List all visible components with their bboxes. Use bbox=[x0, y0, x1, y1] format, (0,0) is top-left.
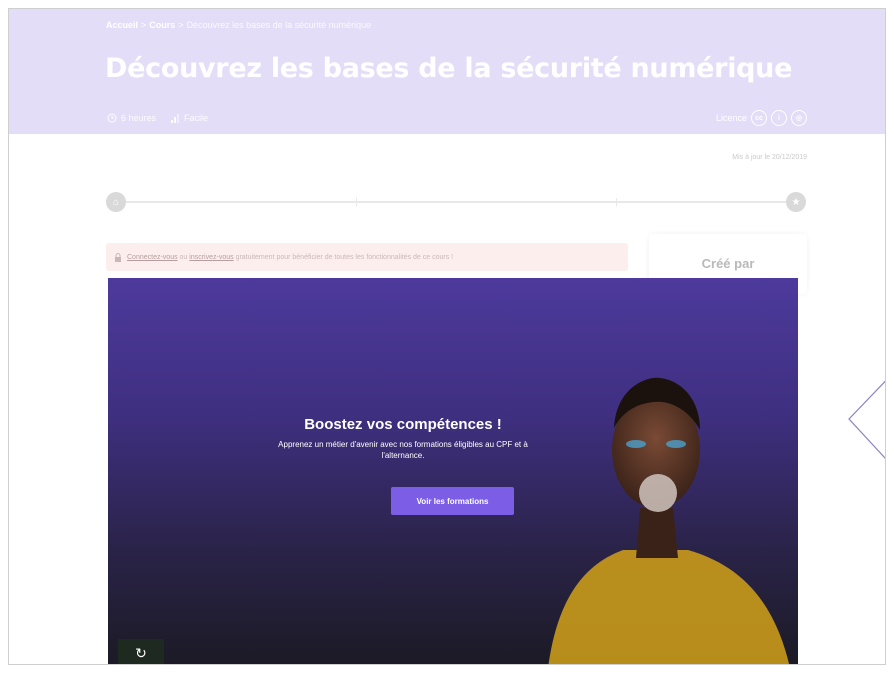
breadcrumb-current: Découvrez les bases de la sécurité numér… bbox=[186, 20, 372, 30]
page-frame: Accueil > Cours > Découvrez les bases de… bbox=[8, 8, 886, 665]
clock-icon bbox=[107, 113, 117, 123]
login-notice-rest: gratuitement pour bénéficier de toutes l… bbox=[233, 253, 454, 261]
page-title: Découvrez les bases de la sécurité numér… bbox=[105, 53, 793, 84]
by-icon[interactable]: i bbox=[771, 110, 787, 126]
login-notice: Connectez-vous ou inscrivez-vous gratuit… bbox=[106, 243, 628, 271]
promo-title: Boostez vos compétences ! bbox=[304, 416, 502, 433]
promo-video[interactable]: Boostez vos compétences ! Apprenez un mé… bbox=[108, 278, 798, 664]
cc-icon[interactable]: cc bbox=[751, 110, 767, 126]
trophy-icon[interactable]: ★ bbox=[786, 192, 806, 212]
promo-subtitle: Apprenez un métier d'avenir avec nos for… bbox=[278, 440, 528, 460]
sa-icon[interactable]: ◎ bbox=[791, 110, 807, 126]
duration-value: 6 heures bbox=[121, 113, 157, 123]
progress-line bbox=[124, 201, 788, 203]
signup-link[interactable]: inscrivez-vous bbox=[189, 254, 233, 261]
breadcrumb-separator: > bbox=[141, 20, 147, 30]
home-icon[interactable]: ⌂ bbox=[106, 192, 126, 212]
course-header: Accueil > Cours > Découvrez les bases de… bbox=[9, 9, 885, 134]
portrait-image bbox=[548, 377, 789, 664]
breadcrumb-separator: > bbox=[178, 20, 184, 30]
duration: 6 heures bbox=[107, 113, 156, 123]
progress-divider bbox=[356, 198, 357, 206]
promo-content: Boostez vos compétences ! Apprenez un mé… bbox=[268, 416, 538, 461]
licence: Licence cc i ◎ bbox=[716, 110, 807, 126]
lock-icon bbox=[115, 252, 121, 262]
last-updated: Mis à jour le 20/12/2019 bbox=[732, 154, 807, 161]
breadcrumb-courses[interactable]: Cours bbox=[149, 20, 175, 30]
breadcrumb: Accueil > Cours > Découvrez les bases de… bbox=[106, 20, 371, 30]
difficulty-value: Facile bbox=[184, 113, 209, 123]
login-link[interactable]: Connectez-vous bbox=[127, 254, 178, 261]
next-arrow-icon[interactable] bbox=[847, 367, 886, 473]
course-progress-track: ⌂ ★ bbox=[106, 190, 806, 214]
difficulty: Facile bbox=[170, 113, 208, 123]
replay-icon[interactable]: ↻ bbox=[118, 639, 164, 664]
login-notice-middle: ou bbox=[177, 253, 190, 261]
progress-divider bbox=[616, 198, 617, 206]
licence-label: Licence bbox=[715, 113, 747, 123]
breadcrumb-home[interactable]: Accueil bbox=[106, 20, 138, 30]
view-trainings-button[interactable]: Voir les formations bbox=[391, 487, 514, 515]
difficulty-bars-icon bbox=[171, 114, 180, 123]
author-title: Créé par bbox=[701, 256, 755, 271]
login-notice-text: Connectez-vous ou inscrivez-vous gratuit… bbox=[127, 254, 453, 261]
course-meta: 6 heures Facile bbox=[107, 113, 208, 123]
